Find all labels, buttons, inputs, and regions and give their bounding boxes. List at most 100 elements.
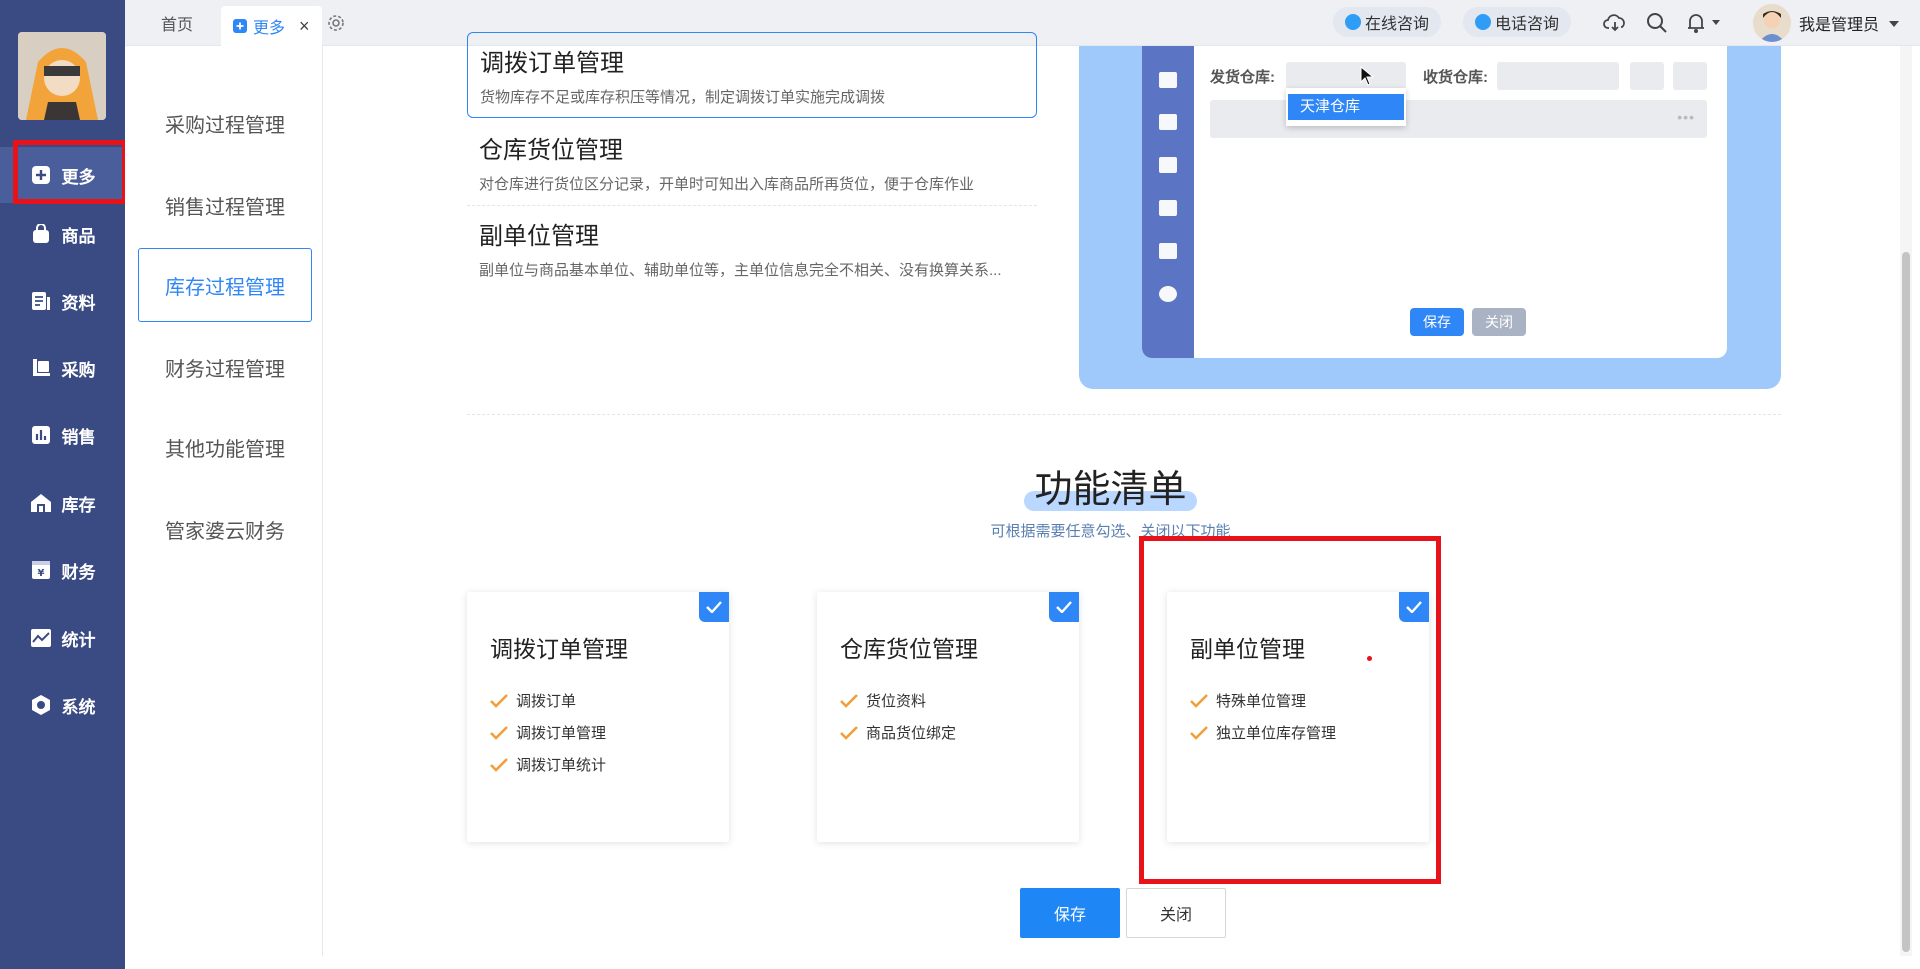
subnav-item-sales-process[interactable]: 销售过程管理 — [138, 168, 312, 242]
sidebar-item-sales[interactable]: 销售 — [0, 407, 125, 463]
cursor-marker — [1367, 656, 1372, 661]
card-item-label: 货位资料 — [866, 693, 927, 710]
check-icon — [490, 725, 508, 740]
sidebar-item-label: 销售 — [61, 427, 96, 447]
section-subtitle: 可根据需要任意勾选、关闭以下功能 — [990, 523, 1231, 540]
feature-item-transfer-order[interactable]: 调拨订单管理 货物库存不足或库存积压等情况，制定调拨订单实施完成调拨 — [467, 32, 1037, 118]
check-icon — [490, 693, 508, 708]
close-button[interactable]: 关闭 — [1126, 888, 1226, 938]
card-item: 调拨订单管理 — [490, 722, 606, 743]
chevron-down-icon — [1889, 14, 1900, 32]
function-card-warehouse-location[interactable]: 仓库货位管理 货位资料 商品货位绑定 — [817, 592, 1079, 842]
preview-warehouse-icon — [1159, 200, 1177, 216]
tab-label: 更多 — [253, 20, 286, 37]
check-icon — [840, 693, 858, 708]
sidebar-item-goods[interactable]: 商品 — [0, 206, 125, 262]
check-icon — [840, 725, 858, 740]
card-item-label: 商品货位绑定 — [866, 725, 957, 742]
sidebar-item-label: 商品 — [61, 226, 96, 246]
checkbox-checked-icon[interactable] — [1049, 592, 1079, 622]
notification-bell-icon[interactable] — [1685, 11, 1725, 35]
function-card-transfer-order[interactable]: 调拨订单管理 调拨订单 调拨订单管理 调拨订单统计 — [467, 592, 729, 842]
bag-icon — [30, 223, 52, 245]
feature-desc: 对仓库进行货位区分记录，开单时可知出入库商品所再货位，便于仓库作业 — [479, 176, 975, 193]
subnav-label: 财务过程管理 — [165, 358, 285, 381]
search-icon[interactable] — [1645, 11, 1669, 35]
tab-label: 首页 — [161, 17, 194, 34]
tab-more[interactable]: 更多 × — [221, 6, 322, 46]
yen-icon: ¥ — [30, 559, 52, 581]
feature-item-warehouse-location[interactable]: 仓库货位管理 对仓库进行货位区分记录，开单时可知出入库商品所再货位，便于仓库作业 — [467, 120, 1037, 206]
sidebar-item-stats[interactable]: 统计 — [0, 610, 125, 666]
preview-small-field — [1673, 62, 1707, 90]
feature-preview-illustration: 发货仓库: 收货仓库: ••• 天津仓库 保存 关闭 — [1079, 46, 1781, 389]
svg-text:¥: ¥ — [37, 568, 44, 579]
phone-icon — [1475, 14, 1491, 30]
avatar[interactable] — [18, 32, 106, 120]
preview-recv-field — [1497, 62, 1619, 90]
preview-dropdown-option: 天津仓库 — [1288, 94, 1404, 120]
feature-desc: 副单位与商品基本单位、辅助单位等，主单位信息完全不相关、没有换算关系... — [479, 262, 1002, 279]
user-avatar — [1753, 4, 1791, 42]
subnav-label: 库存过程管理 — [165, 276, 285, 299]
sidebar-item-data[interactable]: 资料 — [0, 273, 125, 329]
card-item: 商品货位绑定 — [840, 722, 956, 743]
preview-save-button: 保存 — [1410, 308, 1464, 336]
sidebar-item-label: 统计 — [61, 630, 96, 650]
chat-icon — [1345, 14, 1361, 30]
subnav-label: 采购过程管理 — [165, 114, 285, 137]
gear-icon[interactable] — [325, 12, 347, 34]
sidebar-item-label: 系统 — [61, 697, 96, 717]
content-panel: 采购过程管理 销售过程管理 库存过程管理 财务过程管理 其他功能管理 管家婆云财… — [125, 32, 1920, 969]
preview-settings-icon — [1159, 286, 1177, 302]
sidebar-item-finance[interactable]: ¥ 财务 — [0, 542, 125, 598]
feature-item-sub-unit[interactable]: 副单位管理 副单位与商品基本单位、辅助单位等，主单位信息完全不相关、没有换算关系… — [467, 206, 1037, 292]
feature-title: 仓库货位管理 — [479, 137, 623, 164]
sidebar-item-purchase[interactable]: 采购 — [0, 340, 125, 396]
sidebar-item-label: 财务 — [61, 562, 96, 582]
card-item-label: 调拨订单管理 — [516, 725, 607, 742]
subnav-item-purchase-process[interactable]: 采购过程管理 — [138, 86, 312, 160]
sidebar-item-label: 库存 — [61, 495, 96, 515]
highlight-box-sub-unit-card — [1139, 536, 1441, 884]
section-divider — [467, 414, 1781, 415]
card-item-label: 调拨订单 — [516, 693, 577, 710]
bar-chart-icon — [30, 424, 52, 446]
phone-consult-button[interactable]: 电话咨询 — [1463, 7, 1572, 37]
preview-ship-field — [1286, 62, 1406, 90]
card-item: 调拨订单统计 — [490, 754, 606, 775]
close-icon[interactable]: × — [299, 16, 310, 37]
sidebar-item-inventory[interactable]: 库存 — [0, 475, 125, 531]
scrollbar-thumb[interactable] — [1902, 252, 1910, 952]
check-icon — [490, 757, 508, 772]
feature-title: 副单位管理 — [479, 223, 599, 250]
user-menu[interactable]: 我是管理员 — [1753, 3, 1900, 43]
vertical-scrollbar[interactable] — [1900, 46, 1912, 956]
tab-home[interactable]: 首页 — [147, 6, 207, 40]
online-consult-button[interactable]: 在线咨询 — [1333, 7, 1442, 37]
checkbox-checked-icon[interactable] — [699, 592, 729, 622]
sidebar-item-label: 资料 — [61, 293, 96, 313]
save-button[interactable]: 保存 — [1020, 888, 1120, 938]
preview-window: 发货仓库: 收货仓库: ••• 天津仓库 保存 关闭 — [1142, 46, 1727, 358]
phone-consult-label: 电话咨询 — [1495, 16, 1560, 33]
subnav-item-finance-process[interactable]: 财务过程管理 — [138, 330, 312, 404]
sidebar-item-system[interactable]: 系统 — [0, 677, 125, 733]
preview-row: ••• — [1210, 100, 1707, 138]
cart-icon — [30, 357, 52, 379]
preview-close-button: 关闭 — [1472, 308, 1526, 336]
trend-chart-icon — [30, 627, 52, 649]
section-title: 功能清单 — [1024, 458, 1197, 513]
cloud-download-icon[interactable] — [1603, 11, 1627, 35]
cursor-arrow-icon — [1360, 65, 1375, 91]
preview-doc-icon — [1159, 72, 1177, 88]
preview-trend-icon — [1159, 243, 1177, 259]
warehouse-icon — [30, 492, 52, 514]
card-item: 货位资料 — [840, 690, 926, 711]
plus-square-icon — [233, 19, 247, 33]
subnav-item-inventory-process[interactable]: 库存过程管理 — [138, 248, 312, 322]
highlight-box-more — [13, 140, 127, 204]
preview-small-field — [1630, 62, 1664, 90]
preview-sidebar — [1142, 46, 1194, 358]
preview-recv-label: 收货仓库: — [1423, 69, 1488, 86]
